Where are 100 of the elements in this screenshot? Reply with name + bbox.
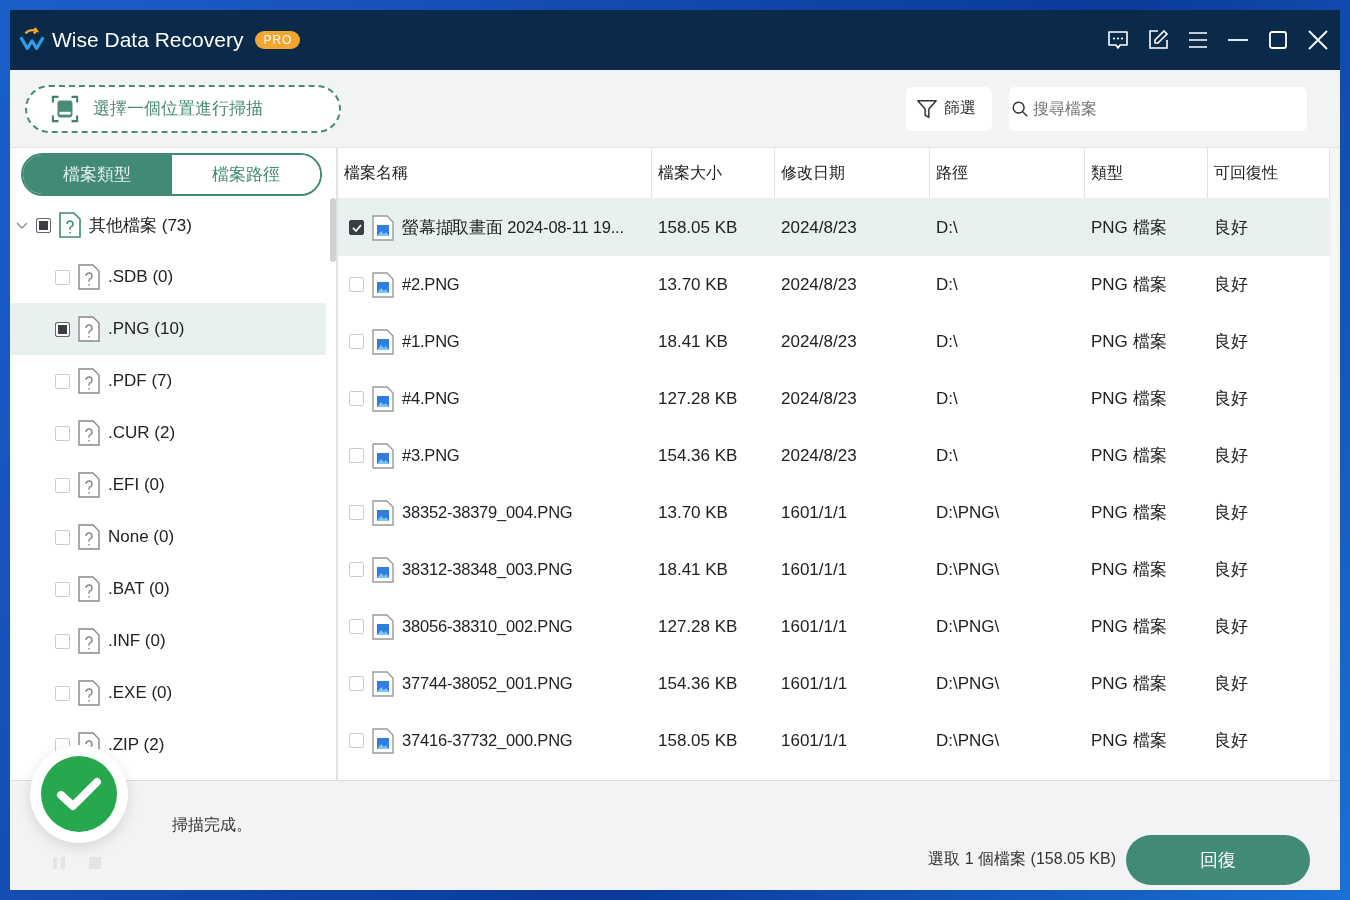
image-file-icon bbox=[372, 328, 394, 355]
tree-item[interactable]: 其他檔案 (73) bbox=[10, 199, 326, 251]
table-cell-text: PNG 檔案 bbox=[1090, 616, 1168, 638]
table-cell-text: 良好 bbox=[1213, 274, 1249, 296]
table-cell-text: 良好 bbox=[1213, 673, 1249, 695]
table-cell-text: D:\ bbox=[935, 445, 959, 466]
table-cell-text: 154.36 KB bbox=[657, 673, 739, 694]
table-cell-text: 127.28 KB bbox=[657, 388, 739, 409]
table-cell-text: 2024/8/23 bbox=[780, 388, 858, 409]
tree-item[interactable]: None (0) bbox=[10, 511, 326, 563]
unknown-file-icon bbox=[78, 472, 100, 498]
table-cell-text: PNG 檔案 bbox=[1090, 730, 1168, 752]
table-cell-text: 良好 bbox=[1213, 559, 1249, 581]
table-cell-text: PNG 檔案 bbox=[1090, 217, 1168, 239]
column-header[interactable]: 修改日期 bbox=[775, 148, 930, 198]
unknown-file-icon bbox=[78, 680, 100, 706]
table-cell: 38352-38379_004.PNG bbox=[402, 503, 573, 522]
unknown-file-icon bbox=[78, 628, 100, 654]
scan-location-button[interactable]: 選擇一個位置進行掃描 bbox=[25, 84, 341, 133]
table-cell-text: D:\ bbox=[935, 274, 959, 295]
table-cell-text: 18.41 KB bbox=[657, 559, 729, 580]
view-tab[interactable]: 檔案類型 bbox=[23, 155, 172, 194]
table-cell-text: 1601/1/1 bbox=[780, 502, 849, 523]
drive-icon bbox=[51, 94, 79, 123]
close-icon[interactable] bbox=[1306, 28, 1330, 52]
column-header[interactable]: 路徑 bbox=[930, 148, 1085, 198]
table-cell: 37744-38052_001.PNG bbox=[402, 674, 573, 693]
column-header[interactable]: 類型 bbox=[1085, 148, 1208, 198]
table-cell-text: PNG 檔案 bbox=[1090, 331, 1168, 353]
column-header[interactable]: 檔案大小 bbox=[652, 148, 775, 198]
scrollbar-thumb[interactable] bbox=[330, 198, 336, 262]
search-icon bbox=[1011, 99, 1029, 118]
table-cell: 38056-38310_002.PNG bbox=[402, 617, 573, 636]
filter-button[interactable]: 篩選 bbox=[906, 86, 992, 131]
selection-summary: 選取 1 個檔案 (158.05 KB) bbox=[928, 849, 1116, 869]
tree-item[interactable]: .PDF (7) bbox=[10, 355, 326, 407]
image-file-icon bbox=[372, 499, 394, 526]
image-file-icon bbox=[372, 670, 394, 697]
recover-button[interactable]: 回復 bbox=[1126, 834, 1310, 885]
table-cell-text: 127.28 KB bbox=[657, 616, 739, 637]
tree-item[interactable]: .EXE (0) bbox=[10, 667, 326, 719]
table-cell-text: 1601/1/1 bbox=[780, 673, 849, 694]
feedback-icon[interactable] bbox=[1106, 28, 1130, 52]
pro-badge: PRO bbox=[255, 31, 301, 49]
unknown-file-icon bbox=[78, 524, 100, 550]
edit-icon[interactable] bbox=[1146, 28, 1170, 52]
table-cell: #3.PNG bbox=[402, 446, 460, 465]
unknown-file-icon bbox=[78, 420, 100, 446]
table-cell-text: 良好 bbox=[1213, 445, 1249, 467]
table-cell: #2.PNG bbox=[402, 275, 460, 294]
unknown-file-icon bbox=[78, 316, 100, 342]
tree-item[interactable]: .CUR (2) bbox=[10, 407, 326, 459]
tree-item[interactable]: .PNG (10) bbox=[10, 303, 326, 355]
checkbox[interactable] bbox=[55, 321, 70, 337]
table-cell-text: 2024/8/23 bbox=[780, 217, 858, 238]
table-cell-text: 13.70 KB bbox=[657, 274, 729, 295]
table-cell-text: PNG 檔案 bbox=[1090, 559, 1168, 581]
table-cell-text: 良好 bbox=[1213, 217, 1249, 239]
checkbox[interactable] bbox=[36, 217, 51, 233]
window-title: Wise Data Recovery bbox=[52, 28, 244, 52]
unknown-file-icon bbox=[78, 576, 100, 602]
table-cell-text: PNG 檔案 bbox=[1090, 445, 1168, 467]
search-field[interactable]: 搜尋檔案 bbox=[1009, 86, 1307, 131]
table-cell-text: 2024/8/23 bbox=[780, 331, 858, 352]
table-cell-text: D:\PNG\ bbox=[935, 502, 1001, 523]
column-header[interactable]: 檔案名稱 bbox=[338, 148, 652, 198]
image-file-icon bbox=[372, 613, 394, 640]
table-cell-text: 螢幕擷取畫面 2024-08-11 19... bbox=[402, 216, 624, 238]
image-file-icon bbox=[372, 385, 394, 412]
table-cell-text: D:\ bbox=[935, 331, 959, 352]
tree-item[interactable]: .INF (0) bbox=[10, 615, 326, 667]
tree-item[interactable]: .EFI (0) bbox=[10, 459, 326, 511]
image-file-icon bbox=[372, 442, 394, 469]
table-cell-text: PNG 檔案 bbox=[1090, 274, 1168, 296]
table-cell-text: 1601/1/1 bbox=[780, 559, 849, 580]
status-message: 掃描完成。 bbox=[172, 815, 252, 835]
unknown-file-icon bbox=[59, 212, 81, 238]
table-cell-text: D:\PNG\ bbox=[935, 559, 1001, 580]
table-cell-text: 18.41 KB bbox=[657, 331, 729, 352]
table-cell-text: 154.36 KB bbox=[657, 445, 739, 466]
table-cell-text: 1601/1/1 bbox=[780, 616, 849, 637]
table-cell-text: 2024/8/23 bbox=[780, 445, 858, 466]
table-cell: 38312-38348_003.PNG bbox=[402, 560, 573, 579]
table-cell-text: D:\PNG\ bbox=[935, 616, 1001, 637]
maximize-icon[interactable] bbox=[1266, 28, 1290, 52]
check-circle-icon bbox=[41, 756, 117, 832]
checkbox[interactable] bbox=[349, 220, 364, 235]
table-cell-text: 13.70 KB bbox=[657, 502, 729, 523]
image-file-icon bbox=[372, 271, 394, 298]
tree-item[interactable]: .SDB (0) bbox=[10, 251, 326, 303]
column-header[interactable]: 可回復性 bbox=[1208, 148, 1330, 198]
image-file-icon bbox=[372, 727, 394, 754]
tree-item[interactable]: .BAT (0) bbox=[10, 563, 326, 615]
table-cell: #4.PNG bbox=[402, 389, 460, 408]
table-cell-text: 良好 bbox=[1213, 388, 1249, 410]
table-cell-text: 良好 bbox=[1213, 730, 1249, 752]
table-cell-text: 158.05 KB bbox=[657, 730, 739, 751]
table-cell-text: PNG 檔案 bbox=[1090, 502, 1168, 524]
unknown-file-icon bbox=[78, 264, 100, 290]
table-cell-text: 良好 bbox=[1213, 331, 1249, 353]
